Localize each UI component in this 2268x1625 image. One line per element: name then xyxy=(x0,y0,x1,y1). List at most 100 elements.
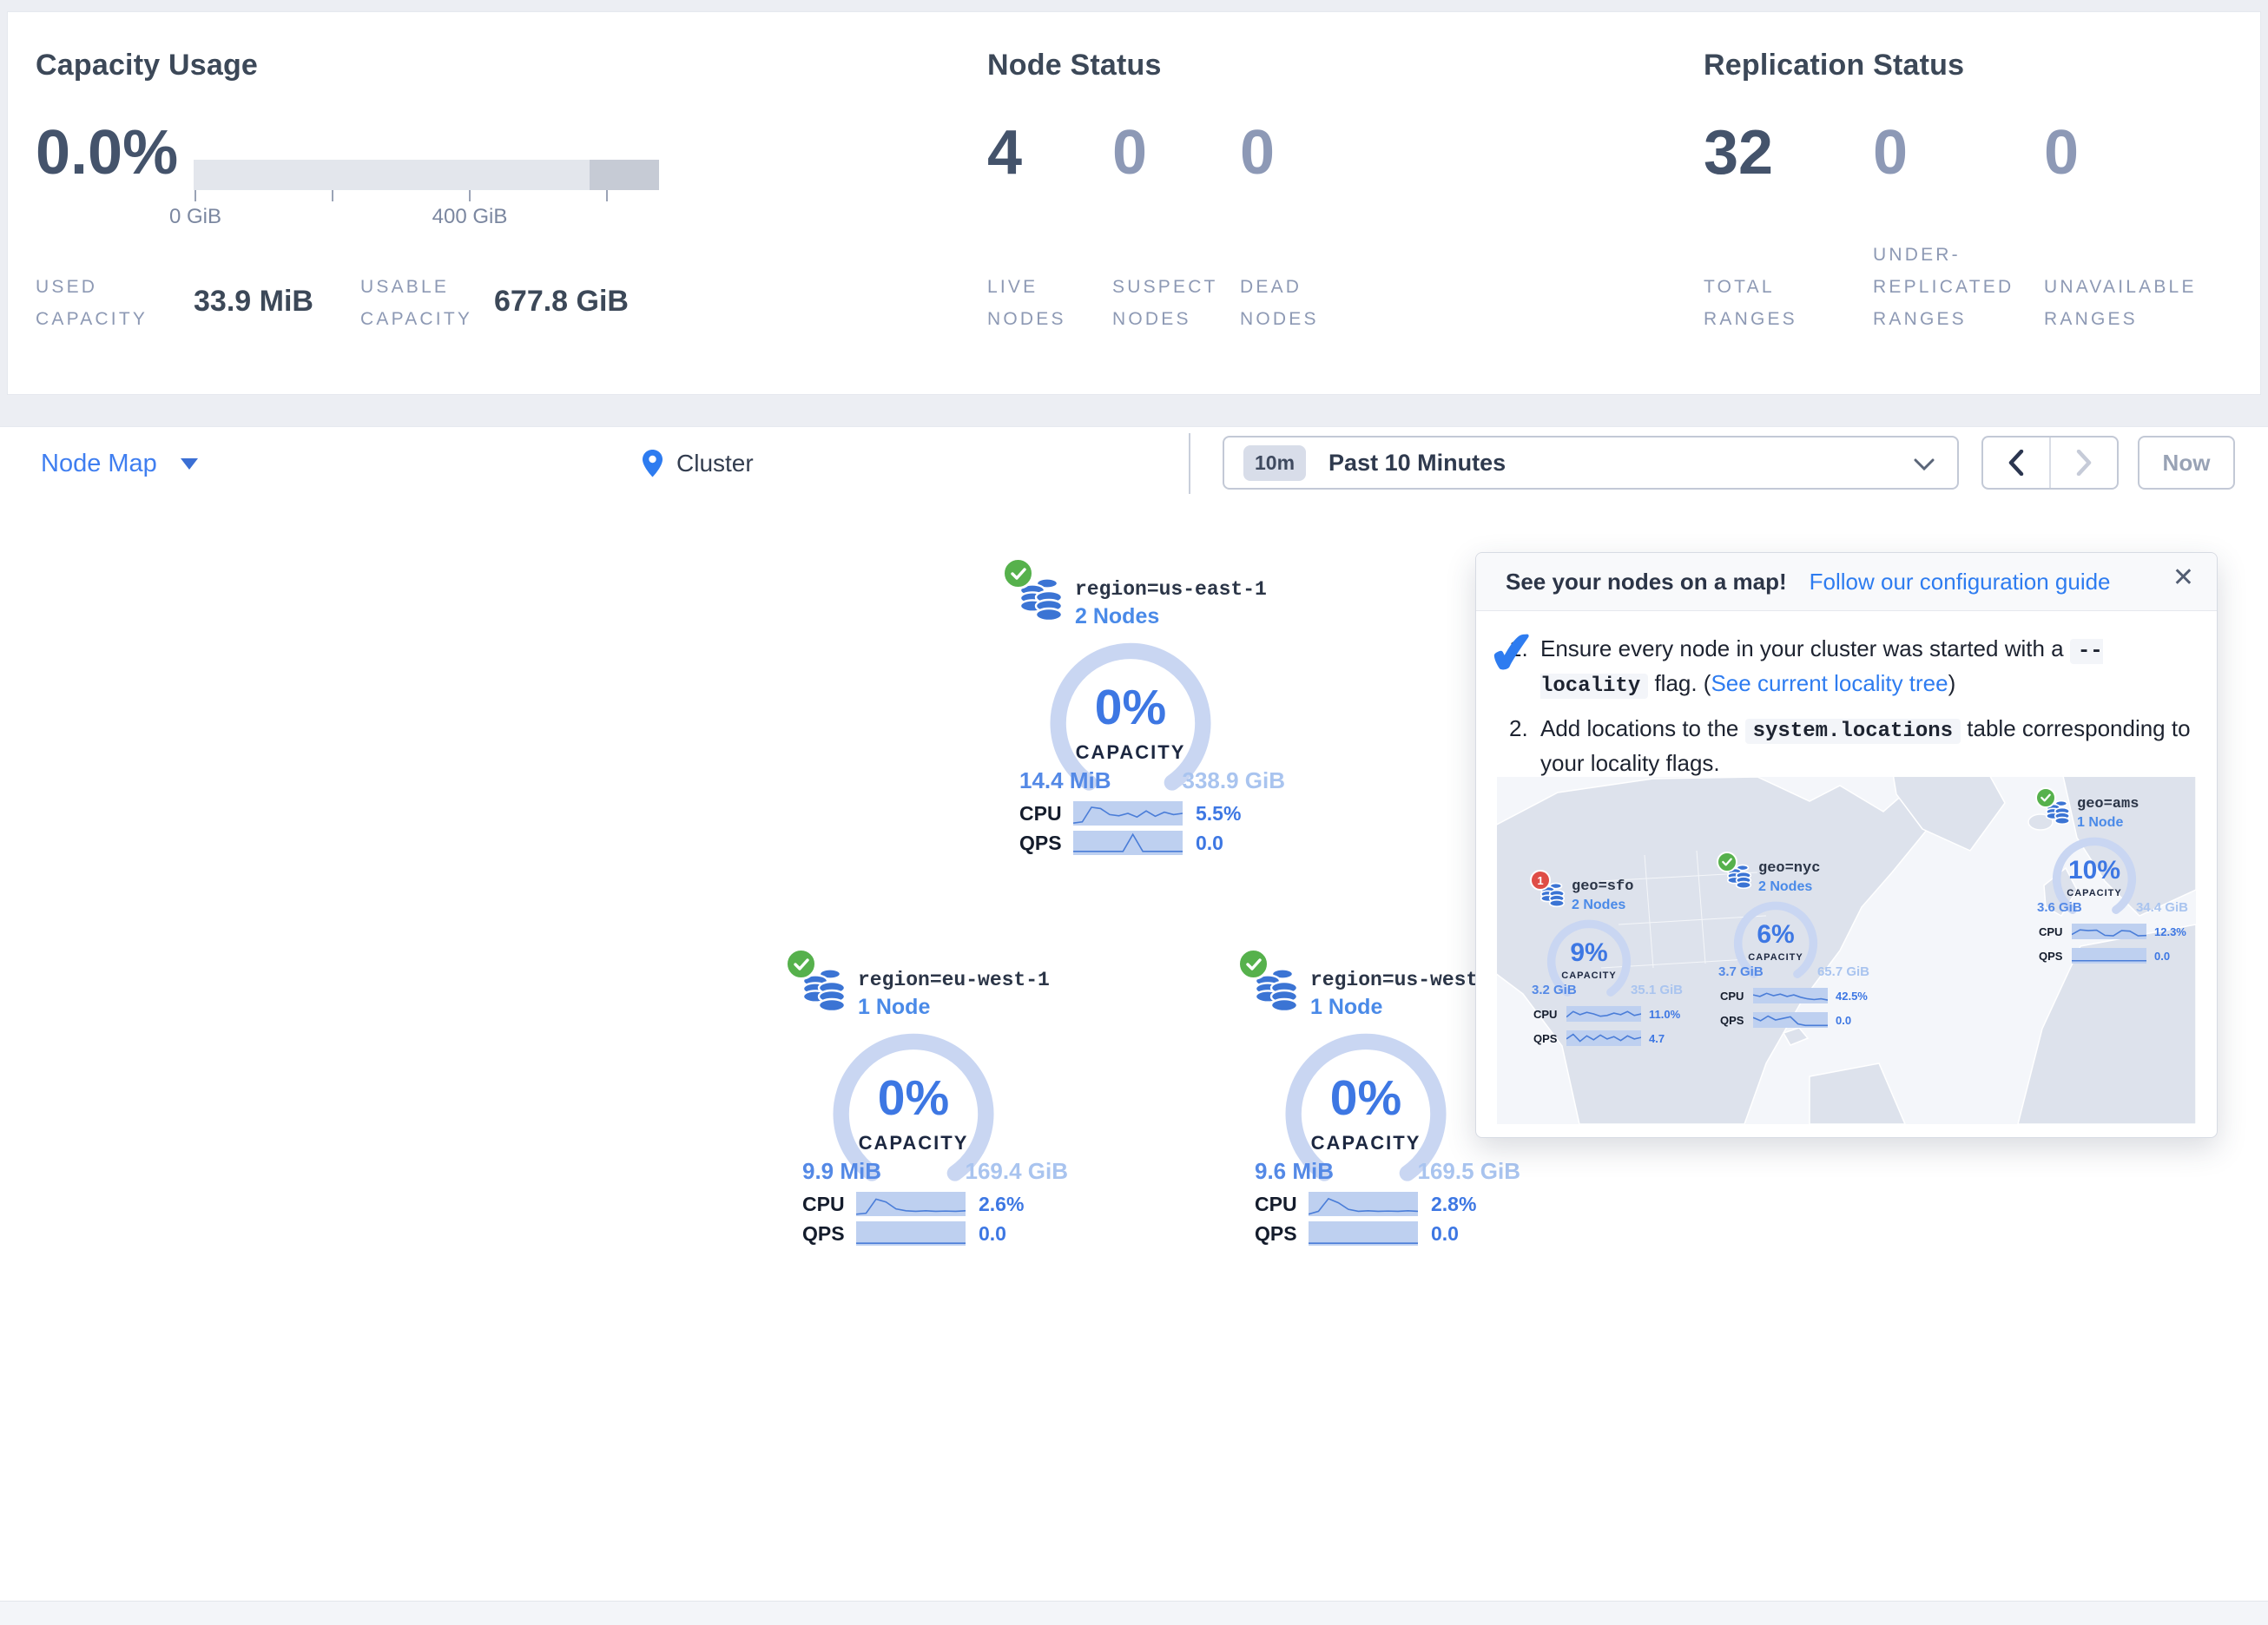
view-mode-dropdown[interactable]: Node Map xyxy=(41,427,199,500)
cpu-value: 2.8% xyxy=(1431,1193,1476,1216)
breadcrumb-label: Cluster xyxy=(676,450,754,477)
capacity-percent: 0% xyxy=(1279,1069,1453,1127)
capacity-percent: 0.0% xyxy=(36,122,178,184)
system-locations-code: system.locations xyxy=(1745,719,1961,744)
popup-title: See your nodes on a map! xyxy=(1506,569,1787,595)
cluster-summary-card: Capacity Usage 0.0% 0 GiB 400 GiB USEDCA… xyxy=(7,11,2261,395)
time-next-button[interactable] xyxy=(2049,438,2117,488)
used-value: 14.4 MiB xyxy=(1019,767,1111,794)
total-ranges-count: 32 xyxy=(1704,122,1773,184)
qps-metric-row: QPS 0.0 xyxy=(1255,1220,1529,1247)
used-value: 3.2 GiB xyxy=(1532,983,1577,997)
close-icon[interactable]: ✕ xyxy=(2172,565,2194,591)
free-value: 169.4 GiB xyxy=(965,1158,1068,1185)
free-value: 338.9 GiB xyxy=(1182,767,1285,794)
status-ok-icon xyxy=(785,948,817,980)
cpu-metric-row: CPU 11.0% xyxy=(1533,1005,1685,1023)
node-map-canvas: region=us-east-1 2 Nodes 0% CAPACITY 14.… xyxy=(0,499,2268,1602)
time-range-dropdown[interactable]: 10m Past 10 Minutes xyxy=(1223,436,1959,490)
geo-card-sfo[interactable]: 1 geo=sfo 2 Nodes 9% CAPACITY xyxy=(1532,872,1685,1071)
capacity-values: 14.4 MiB 338.9 GiB xyxy=(1019,767,1285,794)
status-ok-icon xyxy=(1717,852,1737,872)
chevron-right-icon xyxy=(2076,450,2092,476)
cpu-label: CPU xyxy=(1255,1193,1309,1216)
configuration-guide-link[interactable]: Follow our configuration guide xyxy=(1810,569,2111,595)
used-value: 9.6 MiB xyxy=(1255,1158,1334,1185)
qps-metric-row: QPS 0.0 xyxy=(1720,1011,1871,1029)
map-toolbar: Node Map Cluster 10m Past 10 Minutes Now xyxy=(0,426,2268,501)
cpu-sparkline xyxy=(2072,924,2146,939)
qps-metric-row: QPS 4.7 xyxy=(1533,1030,1685,1047)
geo-nodes-link[interactable]: 1 Node xyxy=(2077,815,2123,831)
cpu-sparkline xyxy=(1073,801,1183,826)
usable-capacity-value: 677.8 GiB xyxy=(494,285,629,319)
qps-sparkline xyxy=(1309,1221,1418,1246)
locality-tree-link[interactable]: See current locality tree xyxy=(1711,670,1948,696)
region-card-us-east-1[interactable]: region=us-east-1 2 Nodes 0% CAPACITY 14.… xyxy=(1005,564,1294,864)
page-bottom-strip xyxy=(0,1601,2268,1625)
status-ok-icon xyxy=(1002,557,1034,589)
qps-label: QPS xyxy=(802,1222,856,1246)
geo-name: geo=sfo xyxy=(1572,878,1633,895)
node-status-title: Node Status xyxy=(987,49,1162,82)
region-nodes-link[interactable]: 1 Node xyxy=(1310,995,1382,1020)
region-name: region=eu-west-1 xyxy=(858,969,1050,991)
setup-step-1-text: Ensure every node in your cluster was st… xyxy=(1540,633,2192,702)
used-value: 9.9 MiB xyxy=(802,1158,881,1185)
capacity-values: 9.9 MiB 169.4 GiB xyxy=(802,1158,1068,1185)
free-value: 35.1 GiB xyxy=(1631,983,1683,997)
free-value: 169.5 GiB xyxy=(1417,1158,1520,1185)
status-ok-icon xyxy=(2035,787,2056,808)
geo-nodes-link[interactable]: 2 Nodes xyxy=(1572,898,1625,913)
geo-card-nyc[interactable]: geo=nyc 2 Nodes 6% CAPACITY 3.7 GiB 65.7… xyxy=(1718,853,1871,1053)
geo-card-ams[interactable]: geo=ams 1 Node 10% CAPACITY 3.6 GiB 34.4… xyxy=(2037,789,2190,989)
setup-steps: 1. Ensure every node in your cluster was… xyxy=(1509,633,2192,789)
qps-metric-row: QPS 0.0 xyxy=(802,1220,1077,1247)
now-button[interactable]: Now xyxy=(2138,436,2235,490)
axis-tick-label: 0 GiB xyxy=(143,205,247,229)
region-nodes-link[interactable]: 2 Nodes xyxy=(1075,604,1159,629)
setup-step-2-text: Add locations to the system.locations ta… xyxy=(1540,713,2192,779)
qps-sparkline xyxy=(1753,1012,1828,1028)
qps-value: 0.0 xyxy=(1196,832,1223,855)
status-ok-icon xyxy=(1237,948,1269,980)
dead-nodes-count: 0 xyxy=(1240,122,1275,184)
qps-sparkline xyxy=(1566,1030,1641,1046)
geo-nodes-link[interactable]: 2 Nodes xyxy=(1758,879,1812,895)
cpu-metric-row: CPU 42.5% xyxy=(1720,987,1871,1004)
cpu-sparkline xyxy=(856,1192,966,1216)
suspect-nodes-label: SUSPECTNODES xyxy=(1112,271,1218,335)
qps-metric-row: QPS 0.0 xyxy=(2039,947,2190,964)
blue-check-mark-icon: ✔ xyxy=(1486,622,1539,683)
cpu-sparkline xyxy=(1566,1006,1641,1022)
chevron-left-icon xyxy=(2008,450,2024,476)
axis-tick xyxy=(194,190,196,201)
geo-name: geo=nyc xyxy=(1758,860,1820,877)
live-nodes-count: 4 xyxy=(987,122,1022,184)
time-step-buttons xyxy=(1981,436,2119,490)
under-replicated-label: UNDER-REPLICATEDRANGES xyxy=(1873,239,2014,335)
time-range-label: Past 10 Minutes xyxy=(1328,450,1506,477)
capacity-percent: 0% xyxy=(1044,679,1217,736)
geo-name: geo=ams xyxy=(2077,796,2139,812)
axis-tick xyxy=(469,190,471,201)
region-nodes-link[interactable]: 1 Node xyxy=(858,995,930,1020)
breadcrumb[interactable]: Cluster xyxy=(641,427,754,500)
cpu-metric-row: CPU 12.3% xyxy=(2039,923,2190,940)
cpu-label: CPU xyxy=(802,1193,856,1216)
used-capacity-label: USEDCAPACITY xyxy=(36,271,148,335)
chevron-down-icon xyxy=(1914,458,1935,471)
chevron-down-icon xyxy=(180,457,199,470)
cpu-sparkline xyxy=(1753,988,1828,1003)
node-map-setup-popup: See your nodes on a map! Follow our conf… xyxy=(1475,552,2218,1138)
replication-status-title: Replication Status xyxy=(1704,49,1964,82)
capacity-label: CAPACITY xyxy=(1044,741,1217,764)
cpu-metric-row: CPU 2.8% xyxy=(1255,1191,1529,1217)
unavailable-count: 0 xyxy=(2044,122,2079,184)
region-card-eu-west-1[interactable]: region=eu-west-1 1 Node 0% CAPACITY 9.9 … xyxy=(788,955,1077,1254)
time-prev-button[interactable] xyxy=(1983,438,2049,488)
qps-label: QPS xyxy=(1019,832,1073,855)
popup-header: See your nodes on a map! Follow our conf… xyxy=(1476,553,2217,611)
cpu-sparkline xyxy=(1309,1192,1418,1216)
cpu-value: 5.5% xyxy=(1196,802,1241,826)
